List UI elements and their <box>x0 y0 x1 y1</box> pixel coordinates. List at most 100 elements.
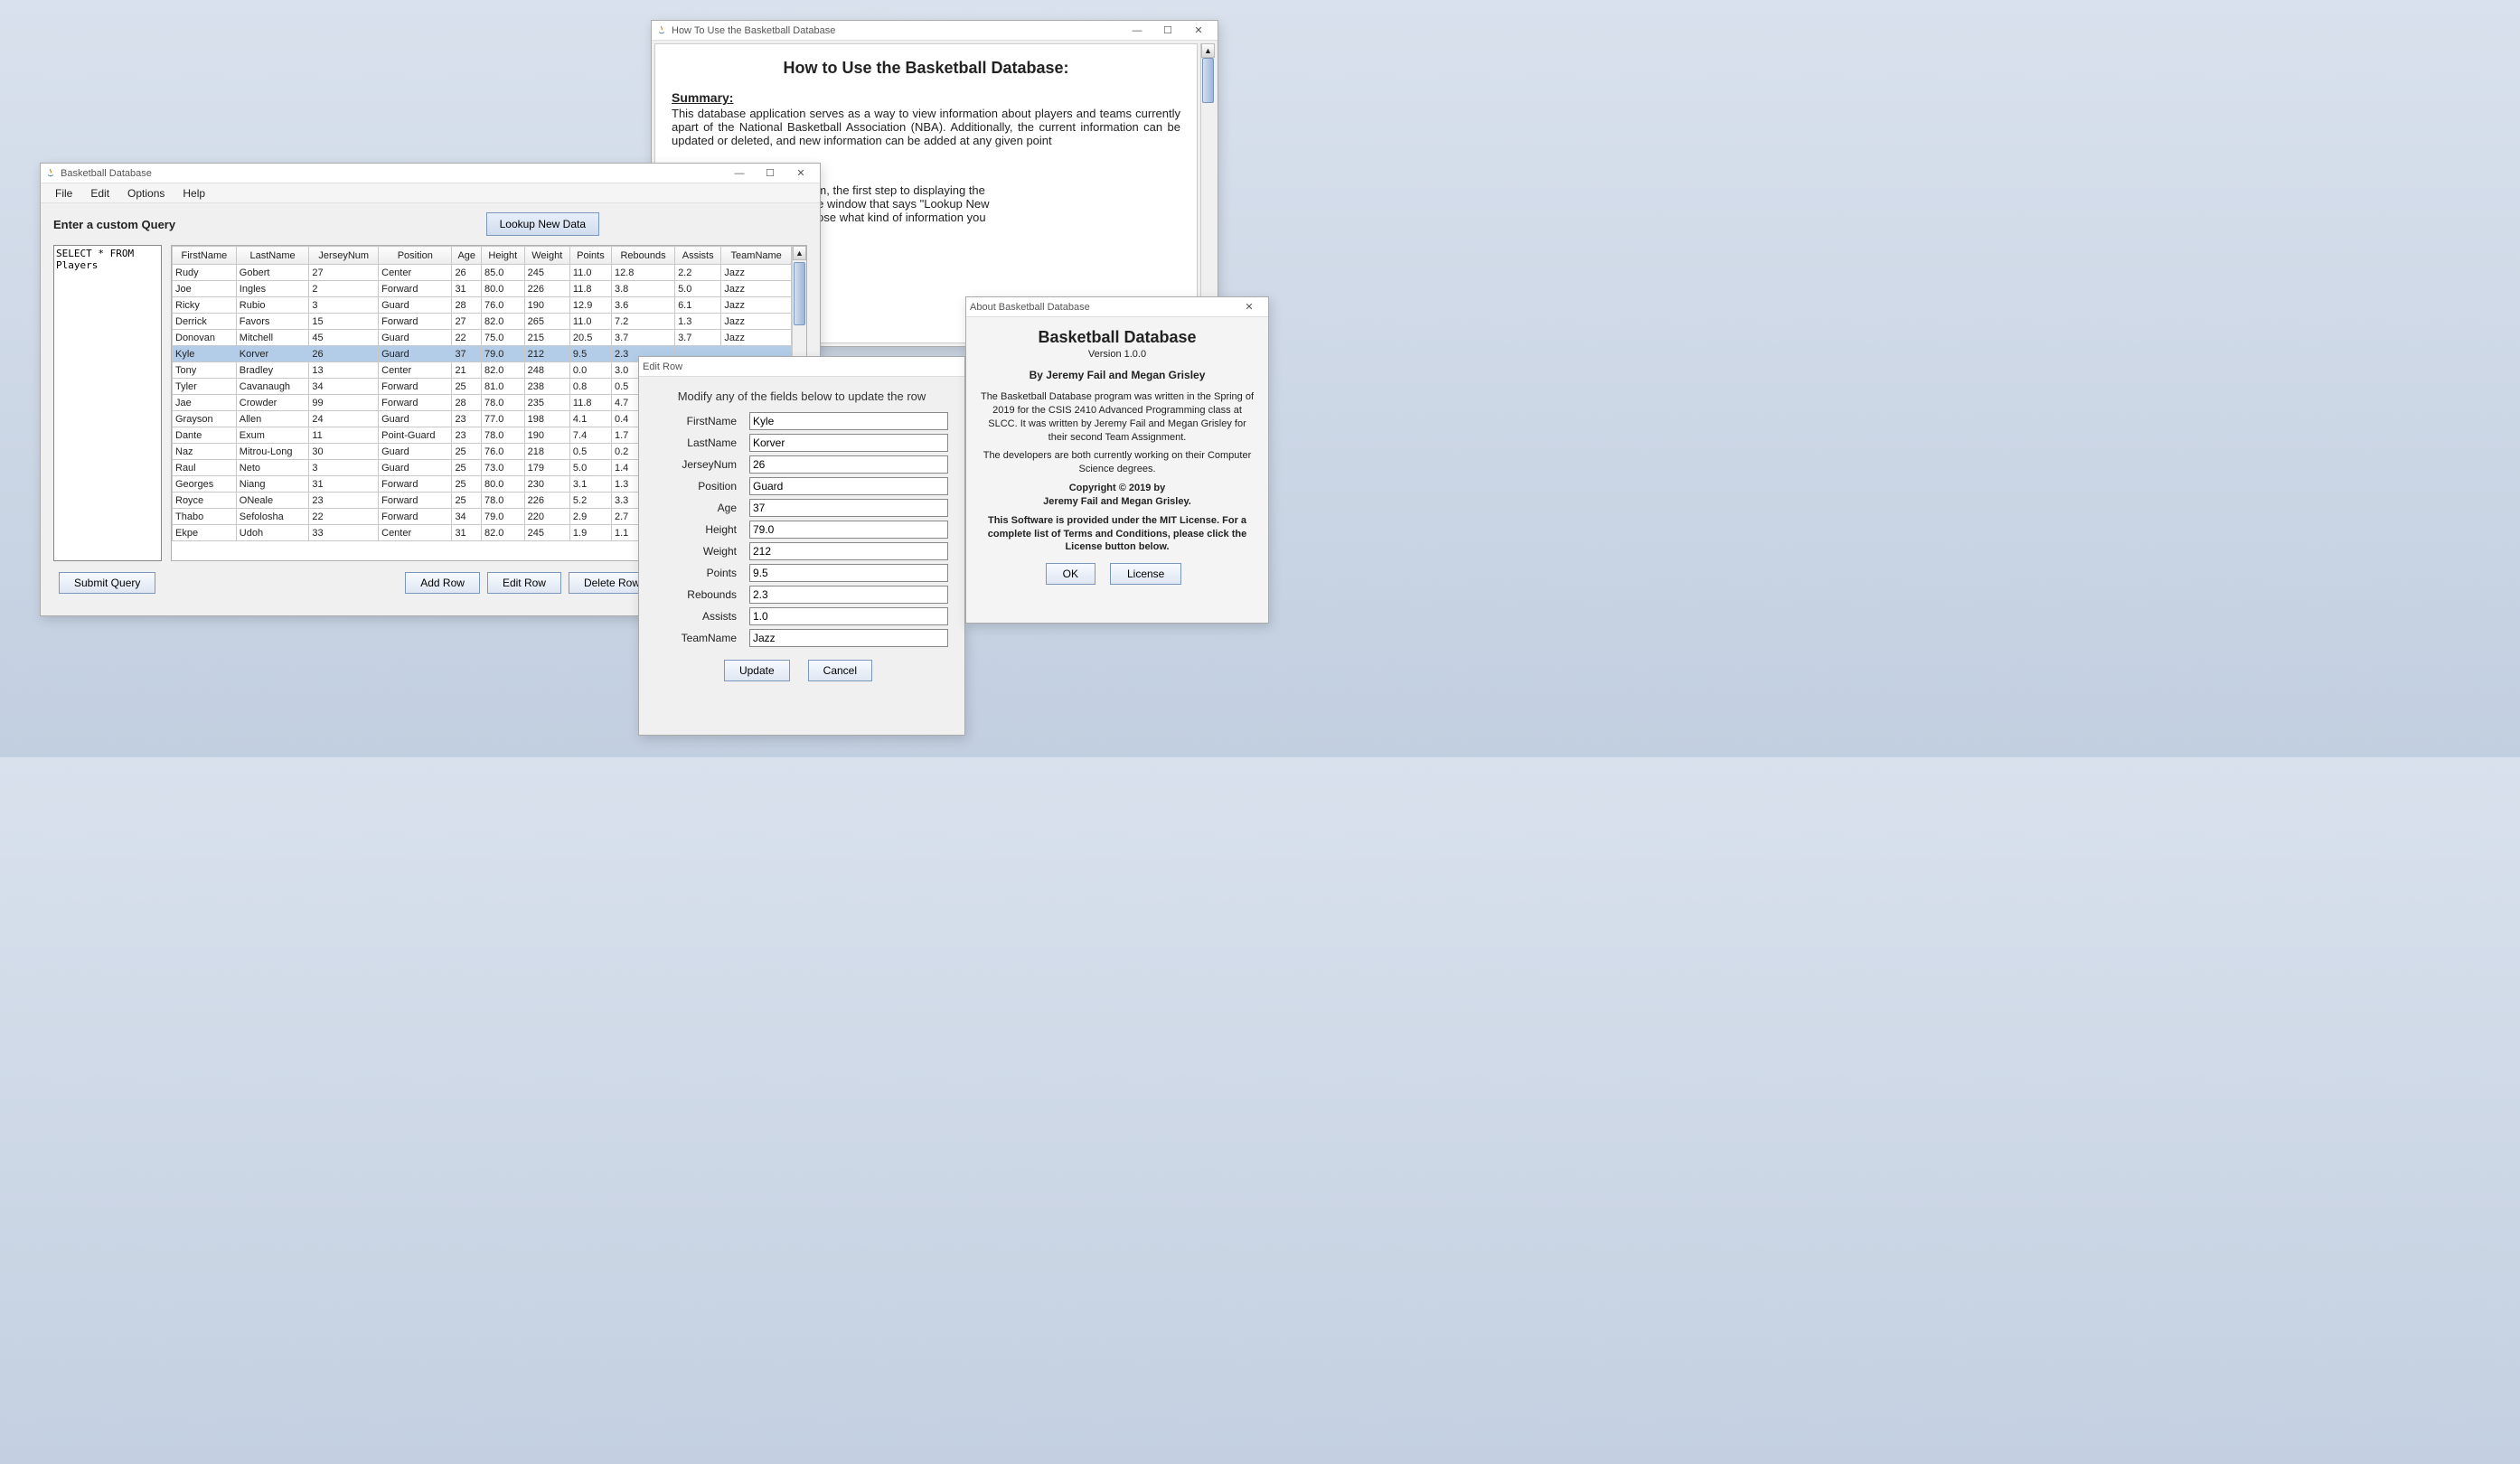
table-cell[interactable]: Forward <box>379 314 452 330</box>
field-input-rebounds[interactable] <box>749 586 948 604</box>
table-cell[interactable]: 11 <box>309 427 379 444</box>
edit-titlebar[interactable]: Edit Row <box>639 357 964 377</box>
column-header[interactable]: Assists <box>675 247 721 265</box>
scroll-thumb[interactable] <box>1202 58 1214 103</box>
table-cell[interactable]: 78.0 <box>482 427 525 444</box>
table-cell[interactable]: Jazz <box>721 314 792 330</box>
table-cell[interactable]: Ricky <box>173 297 237 314</box>
table-cell[interactable]: 0.5 <box>569 444 611 460</box>
column-header[interactable]: FirstName <box>173 247 237 265</box>
cancel-button[interactable]: Cancel <box>808 660 872 681</box>
table-row[interactable]: DonovanMitchell45Guard2275.021520.53.73.… <box>173 330 792 346</box>
table-cell[interactable]: 81.0 <box>482 379 525 395</box>
table-cell[interactable]: Jazz <box>721 265 792 281</box>
table-cell[interactable]: 23 <box>452 411 482 427</box>
edit-row-button[interactable]: Edit Row <box>487 572 561 594</box>
add-row-button[interactable]: Add Row <box>405 572 480 594</box>
table-cell[interactable]: 28 <box>452 297 482 314</box>
table-cell[interactable]: 7.2 <box>611 314 674 330</box>
table-cell[interactable]: Grayson <box>173 411 237 427</box>
table-cell[interactable]: 218 <box>524 444 569 460</box>
table-cell[interactable]: 6.1 <box>675 297 721 314</box>
field-input-height[interactable] <box>749 521 948 539</box>
table-cell[interactable]: 0.8 <box>569 379 611 395</box>
menu-help[interactable]: Help <box>174 185 214 202</box>
table-cell[interactable]: 3.7 <box>611 330 674 346</box>
table-cell[interactable]: Naz <box>173 444 237 460</box>
table-cell[interactable]: 3.7 <box>675 330 721 346</box>
field-input-weight[interactable] <box>749 542 948 560</box>
table-cell[interactable]: Guard <box>379 346 452 362</box>
table-cell[interactable]: Guard <box>379 330 452 346</box>
table-cell[interactable]: 22 <box>452 330 482 346</box>
column-header[interactable]: Points <box>569 247 611 265</box>
table-cell[interactable]: 23 <box>309 493 379 509</box>
table-cell[interactable]: 34 <box>452 509 482 525</box>
table-cell[interactable]: 2 <box>309 281 379 297</box>
table-cell[interactable]: 21 <box>452 362 482 379</box>
scroll-thumb[interactable] <box>794 262 805 325</box>
table-cell[interactable]: 220 <box>524 509 569 525</box>
field-input-jerseynum[interactable] <box>749 455 948 474</box>
table-row[interactable]: RickyRubio3Guard2876.019012.93.66.1Jazz <box>173 297 792 314</box>
table-cell[interactable]: Royce <box>173 493 237 509</box>
table-cell[interactable]: 0.0 <box>569 362 611 379</box>
table-cell[interactable]: Sefolosha <box>236 509 309 525</box>
table-cell[interactable]: Rubio <box>236 297 309 314</box>
minimize-button[interactable]: — <box>1122 23 1152 39</box>
table-cell[interactable]: 26 <box>452 265 482 281</box>
help-titlebar[interactable]: How To Use the Basketball Database — ☐ ✕ <box>652 21 1218 41</box>
table-cell[interactable]: Guard <box>379 460 452 476</box>
table-cell[interactable]: Center <box>379 362 452 379</box>
table-cell[interactable]: 76.0 <box>482 444 525 460</box>
table-cell[interactable]: Ingles <box>236 281 309 297</box>
table-cell[interactable]: 2.2 <box>675 265 721 281</box>
table-cell[interactable]: 20.5 <box>569 330 611 346</box>
table-cell[interactable]: 265 <box>524 314 569 330</box>
ok-button[interactable]: OK <box>1046 563 1095 585</box>
maximize-button[interactable]: ☐ <box>1152 23 1183 39</box>
table-cell[interactable]: 238 <box>524 379 569 395</box>
table-cell[interactable]: 3 <box>309 297 379 314</box>
table-cell[interactable]: 22 <box>309 509 379 525</box>
table-cell[interactable]: 76.0 <box>482 297 525 314</box>
table-cell[interactable]: 73.0 <box>482 460 525 476</box>
table-cell[interactable]: 230 <box>524 476 569 493</box>
column-header[interactable]: JerseyNum <box>309 247 379 265</box>
table-cell[interactable]: Forward <box>379 281 452 297</box>
table-cell[interactable]: 11.8 <box>569 281 611 297</box>
table-cell[interactable]: 27 <box>452 314 482 330</box>
table-cell[interactable]: 23 <box>452 427 482 444</box>
table-cell[interactable]: Ekpe <box>173 525 237 541</box>
table-cell[interactable]: 13 <box>309 362 379 379</box>
table-cell[interactable]: 235 <box>524 395 569 411</box>
table-cell[interactable]: 82.0 <box>482 525 525 541</box>
table-cell[interactable]: 9.5 <box>569 346 611 362</box>
table-row[interactable]: RudyGobert27Center2685.024511.012.82.2Ja… <box>173 265 792 281</box>
column-header[interactable]: Age <box>452 247 482 265</box>
table-cell[interactable]: ONeale <box>236 493 309 509</box>
table-cell[interactable]: 82.0 <box>482 314 525 330</box>
table-cell[interactable]: 1.9 <box>569 525 611 541</box>
table-cell[interactable]: Exum <box>236 427 309 444</box>
table-cell[interactable]: 78.0 <box>482 395 525 411</box>
table-cell[interactable]: Jazz <box>721 281 792 297</box>
field-input-firstname[interactable] <box>749 412 948 430</box>
table-cell[interactable]: Raul <box>173 460 237 476</box>
table-cell[interactable]: Georges <box>173 476 237 493</box>
table-cell[interactable]: Favors <box>236 314 309 330</box>
column-header[interactable]: Rebounds <box>611 247 674 265</box>
table-cell[interactable]: 26 <box>309 346 379 362</box>
table-cell[interactable]: 31 <box>452 281 482 297</box>
column-header[interactable]: LastName <box>236 247 309 265</box>
table-cell[interactable]: 5.0 <box>675 281 721 297</box>
table-cell[interactable]: 3.1 <box>569 476 611 493</box>
table-cell[interactable]: 25 <box>452 444 482 460</box>
table-cell[interactable]: 2.9 <box>569 509 611 525</box>
license-button[interactable]: License <box>1110 563 1181 585</box>
field-input-assists[interactable] <box>749 607 948 625</box>
menu-edit[interactable]: Edit <box>81 185 118 202</box>
table-cell[interactable]: 245 <box>524 265 569 281</box>
table-row[interactable]: JoeIngles2Forward3180.022611.83.85.0Jazz <box>173 281 792 297</box>
table-cell[interactable]: 3.6 <box>611 297 674 314</box>
